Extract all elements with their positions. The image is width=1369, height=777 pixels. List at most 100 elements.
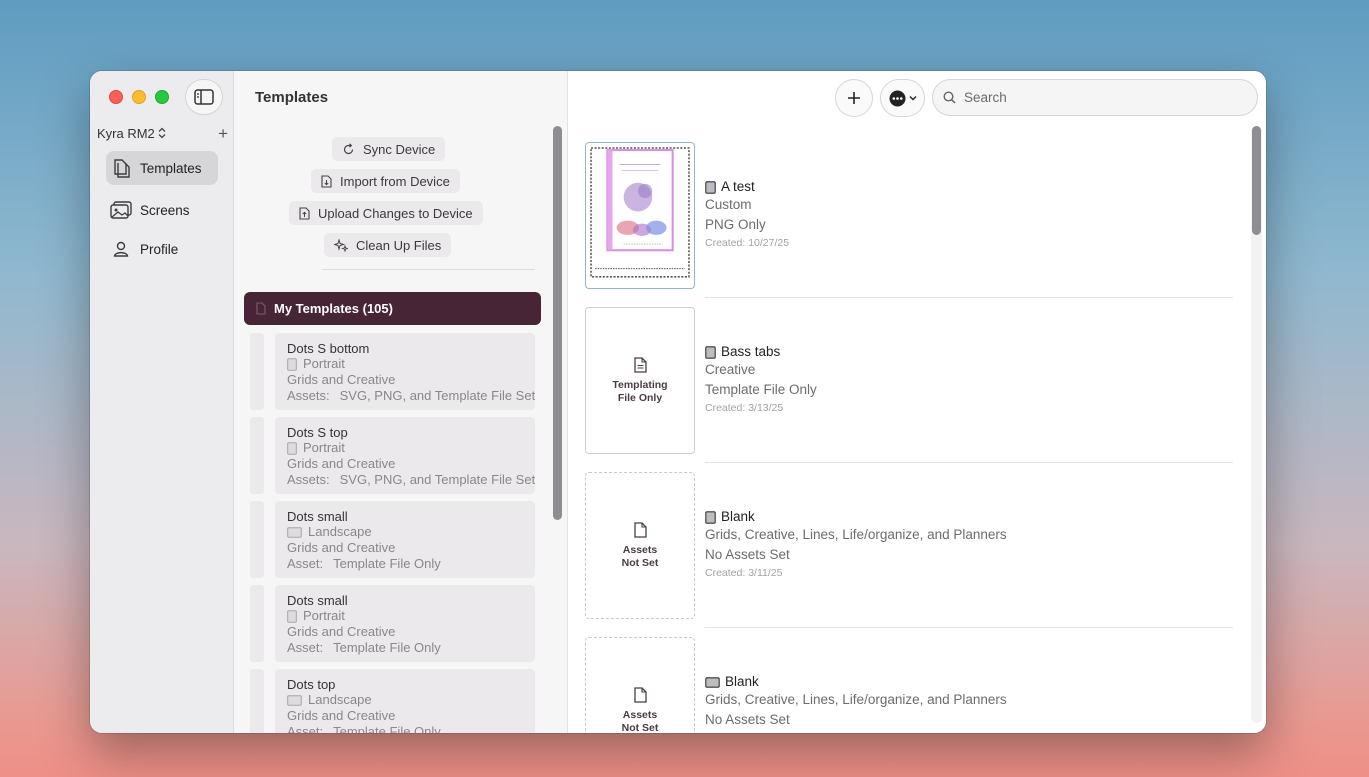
template-assets: No Assets Set: [705, 712, 790, 727]
import-from-device-button[interactable]: Import from Device: [311, 169, 460, 193]
template-info: A test Custom PNG Only Created: 10/27/25: [705, 179, 789, 250]
template-category: Grids, Creative, Lines, Life/organize, a…: [705, 692, 1007, 707]
template-title: Bass tabs: [721, 344, 781, 359]
template-thumbnail[interactable]: Assets Not Set: [585, 472, 695, 619]
list-item[interactable]: Dots S bottom Portrait Grids and Creativ…: [250, 333, 535, 410]
portrait-icon: [287, 441, 297, 455]
template-thumbnail[interactable]: Templating File Only: [585, 307, 695, 454]
template-info: Blank Grids, Creative, Lines, Life/organ…: [705, 674, 1007, 730]
template-card[interactable]: Templating File Only Bass tabs Creative …: [585, 307, 1233, 454]
list-item-bar: [250, 417, 264, 494]
more-options-button[interactable]: [880, 79, 925, 117]
sparkles-icon: [334, 238, 348, 252]
template-category: Grids, Creative, Lines, Life/organize, a…: [705, 527, 1007, 542]
sidebar-item-label: Profile: [140, 241, 179, 257]
sidebar: Kyra RM2 + Templates Screens Profile: [90, 71, 234, 733]
document-import-icon: [321, 174, 332, 188]
my-templates-group[interactable]: My Templates (105): [244, 292, 541, 325]
thumbnail-placeholder-text: Templating File Only: [612, 378, 668, 404]
list-item-card: Dots S top Portrait Grids and Creative A…: [275, 417, 535, 494]
minimize-window-button[interactable]: [132, 90, 146, 104]
list-item-bar: [250, 333, 264, 410]
search-input[interactable]: [964, 90, 1224, 105]
add-template-button[interactable]: [835, 79, 873, 117]
portrait-icon: [287, 609, 297, 623]
ellipsis-circle-icon: [889, 90, 905, 106]
sidebar-icon: [194, 89, 214, 105]
zoom-window-button[interactable]: [155, 90, 169, 104]
sidebar-item-label: Templates: [140, 160, 202, 176]
search-field[interactable]: [932, 79, 1258, 116]
template-assets: Template File Only: [705, 382, 817, 397]
template-title: Blank: [725, 674, 759, 689]
close-window-button[interactable]: [109, 90, 123, 104]
list-item-card: Dots small Landscape Grids and Creative …: [275, 501, 535, 578]
template-info: Blank Grids, Creative, Lines, Life/organ…: [705, 509, 1007, 580]
upload-changes-button[interactable]: Upload Changes to Device: [289, 201, 483, 225]
profile-icon: [110, 238, 132, 260]
search-icon: [943, 91, 956, 104]
template-title: Blank: [721, 509, 755, 524]
templates-list-scrollbar[interactable]: [553, 126, 562, 520]
sync-device-button[interactable]: Sync Device: [332, 137, 446, 161]
template-category: Custom: [705, 197, 752, 212]
template-created: Created: 3/13/25: [705, 402, 784, 414]
divider: [705, 627, 1233, 628]
list-item[interactable]: Dots top Landscape Grids and Creative As…: [250, 669, 535, 733]
folder-doc-icon: [256, 302, 266, 315]
template-created: Created: 10/27/25: [705, 237, 790, 249]
list-item-bar: [250, 501, 264, 578]
sync-icon: [343, 142, 354, 154]
landscape-icon: [287, 694, 302, 706]
chevron-updown-icon: [158, 127, 166, 139]
list-item-card: Dots S bottom Portrait Grids and Creativ…: [275, 333, 535, 410]
divider: [705, 462, 1233, 463]
template-card[interactable]: Assets Not Set Blank Grids, Creative, Li…: [585, 472, 1233, 619]
portrait-device-icon: [705, 180, 716, 194]
chevron-down-icon: [909, 96, 916, 101]
sidebar-toggle-button[interactable]: [185, 79, 223, 115]
thumbnail-image: [589, 146, 691, 285]
template-thumbnail[interactable]: Assets Not Set: [585, 637, 695, 733]
landscape-device-icon: [705, 676, 720, 688]
list-item[interactable]: Dots small Landscape Grids and Creative …: [250, 501, 535, 578]
card-list-scrollbar[interactable]: [1252, 126, 1261, 235]
sidebar-item-label: Screens: [140, 202, 190, 218]
portrait-device-icon: [705, 510, 716, 524]
add-device-button[interactable]: +: [218, 125, 228, 142]
divider: [705, 297, 1233, 298]
templates-panel: Templates Sync Device Import from Device…: [234, 71, 568, 733]
divider: [322, 269, 535, 270]
document-icon: [633, 356, 647, 373]
device-selector[interactable]: Kyra RM2: [97, 126, 166, 141]
screens-icon: [110, 199, 132, 221]
list-item[interactable]: Dots S top Portrait Grids and Creative A…: [250, 417, 535, 494]
template-card[interactable]: Assets Not Set Blank Grids, Creative, Li…: [585, 637, 1233, 733]
document-upload-icon: [299, 206, 310, 220]
templates-icon: [110, 157, 132, 179]
plus-icon: [848, 92, 860, 104]
document-icon: [633, 686, 647, 703]
clean-up-files-button[interactable]: Clean Up Files: [324, 233, 452, 257]
template-created: Created: 3/11/25: [705, 567, 783, 579]
sidebar-item-screens[interactable]: Screens: [106, 193, 218, 227]
list-item-card: Dots top Landscape Grids and Creative As…: [275, 669, 535, 733]
sidebar-item-profile[interactable]: Profile: [106, 232, 218, 266]
list-item-bar: [250, 585, 264, 662]
list-item[interactable]: Dots small Portrait Grids and Creative A…: [250, 585, 535, 662]
template-thumbnail[interactable]: [585, 142, 695, 289]
sidebar-item-templates[interactable]: Templates: [106, 151, 218, 185]
template-title: A test: [721, 179, 755, 194]
portrait-icon: [287, 357, 297, 371]
landscape-icon: [287, 526, 302, 538]
template-assets: No Assets Set: [705, 547, 790, 562]
template-assets: PNG Only: [705, 217, 766, 232]
page-title: Templates: [255, 89, 329, 106]
app-window: Kyra RM2 + Templates Screens Profile Tem…: [90, 71, 1266, 733]
device-selector-row: Kyra RM2 +: [97, 124, 228, 142]
list-item-card: Dots small Portrait Grids and Creative A…: [275, 585, 535, 662]
device-name: Kyra RM2: [97, 125, 155, 141]
thumbnail-placeholder-text: Assets Not Set: [621, 708, 659, 734]
template-card[interactable]: A test Custom PNG Only Created: 10/27/25: [585, 142, 1233, 289]
portrait-device-icon: [705, 345, 716, 359]
